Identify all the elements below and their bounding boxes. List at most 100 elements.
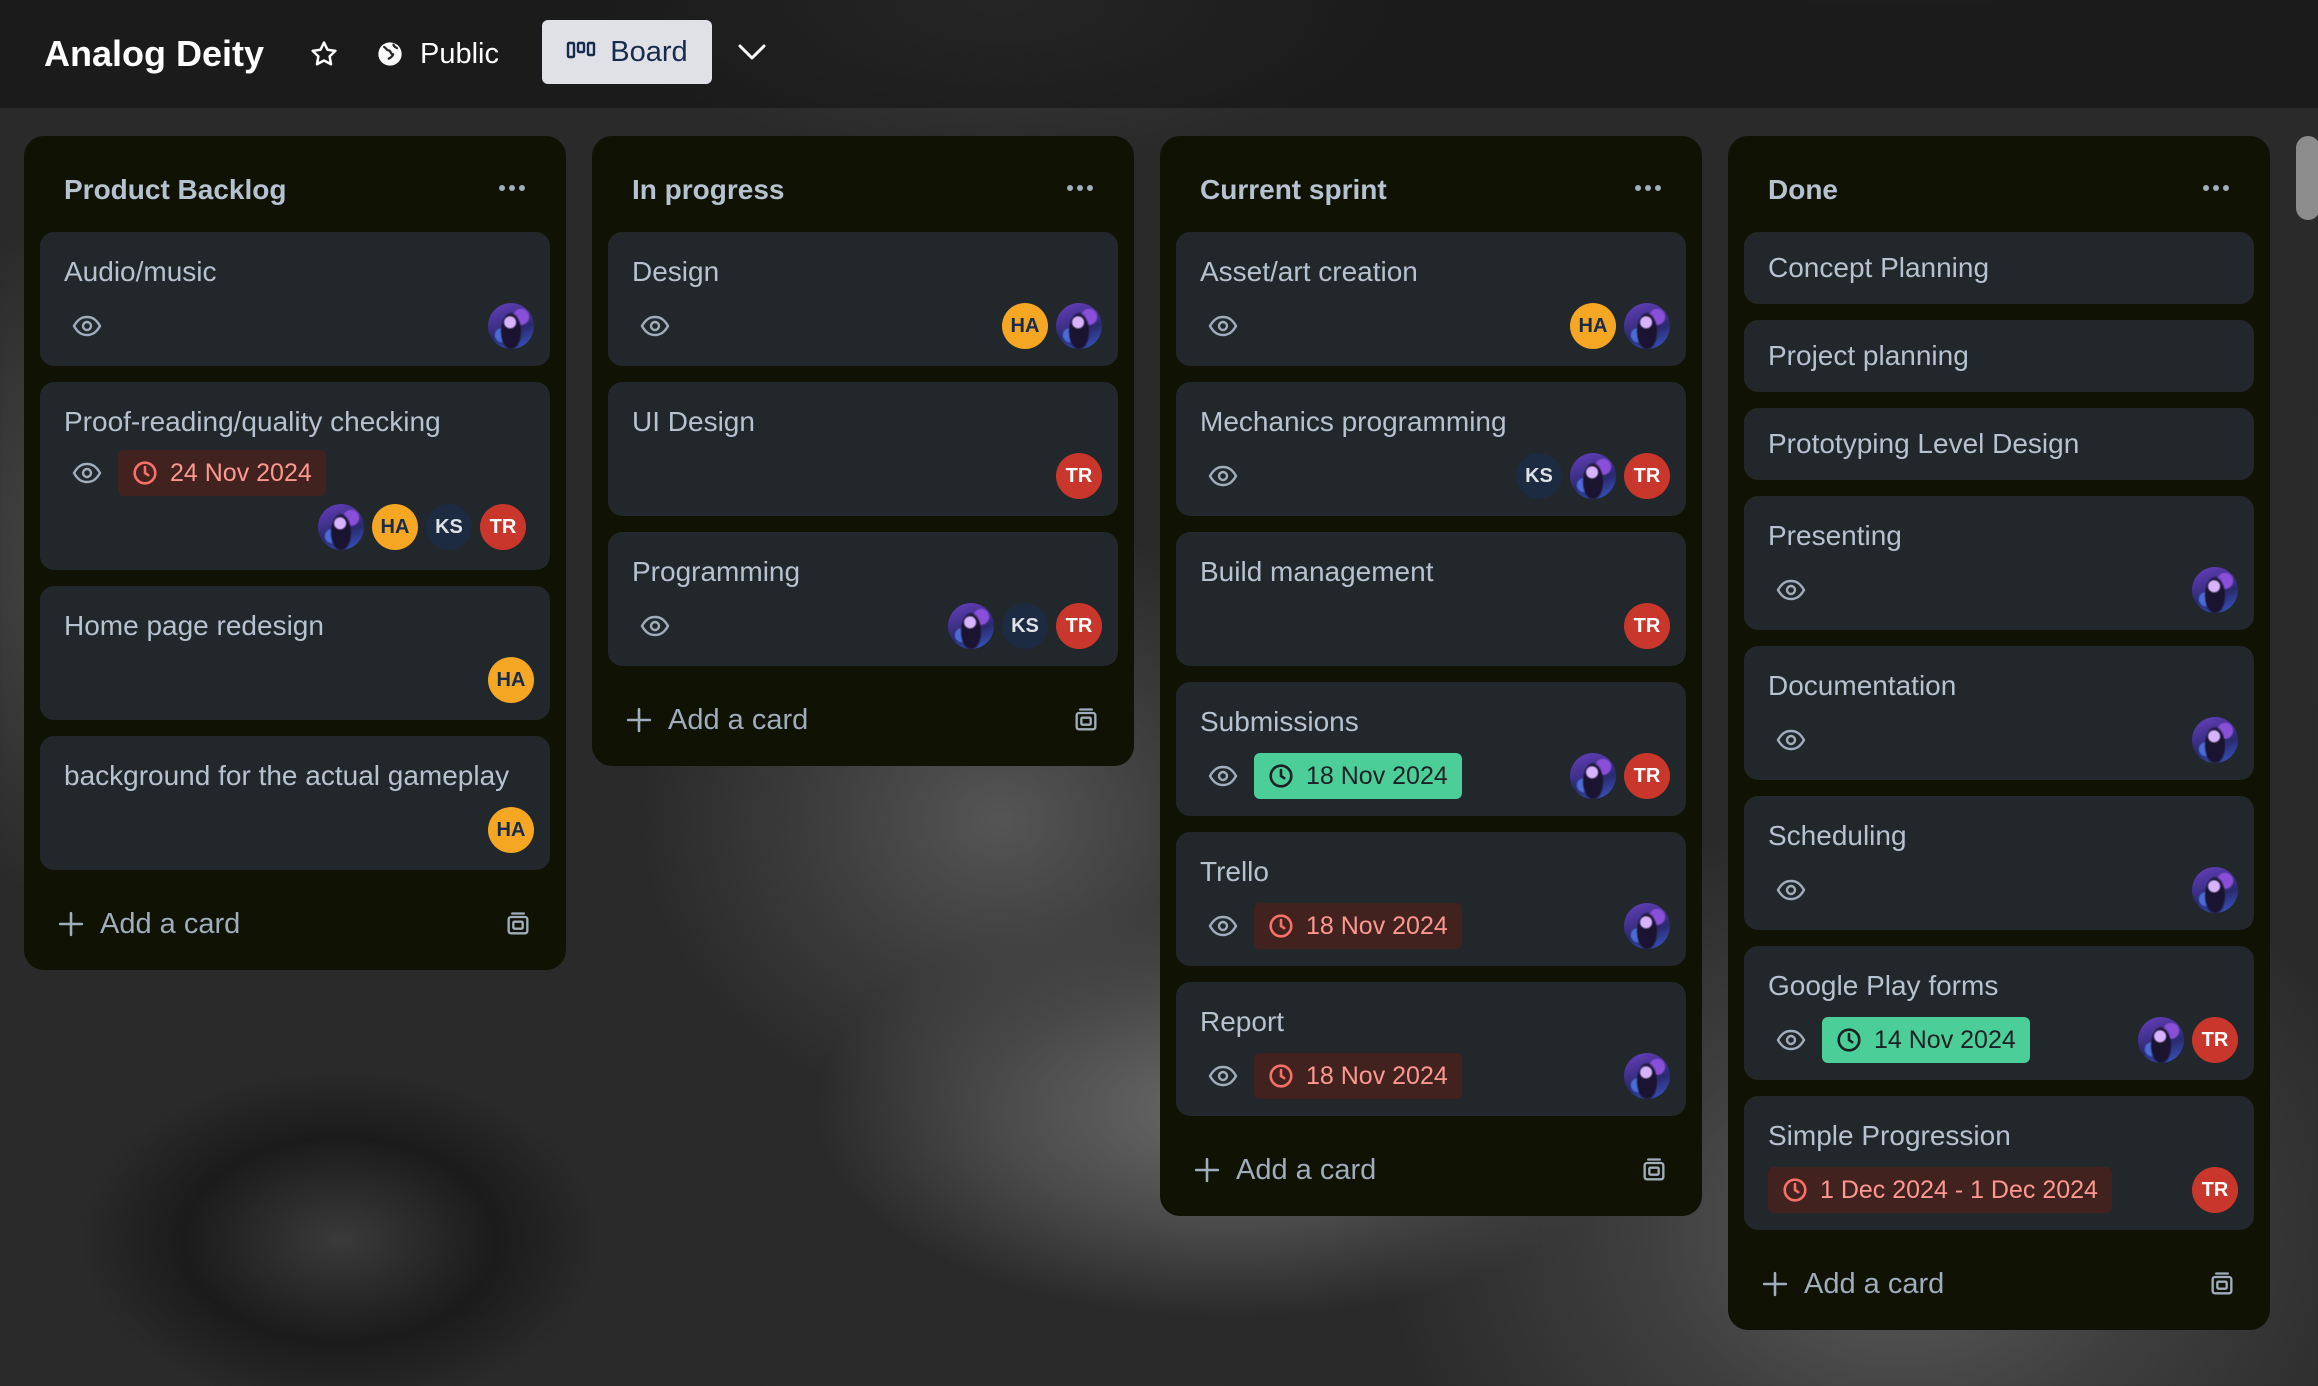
board-view-icon (567, 41, 596, 59)
card[interactable]: Programming KS TR (608, 532, 1118, 666)
create-from-template-icon[interactable] (504, 910, 532, 938)
card[interactable]: Submissions 18 Nov 2024 TR (1176, 682, 1686, 816)
horizontal-scroll-handle[interactable] (2296, 136, 2318, 220)
due-date-label: 18 Nov 2024 (1306, 761, 1448, 790)
avatar-photo[interactable] (2192, 717, 2238, 763)
card[interactable]: Google Play forms 14 Nov 2024 TR (1744, 946, 2254, 1080)
card[interactable]: Mechanics programming KS TR (1176, 382, 1686, 516)
create-from-template-icon[interactable] (1640, 1156, 1668, 1184)
view-switcher-button[interactable] (730, 30, 774, 74)
list-menu-button[interactable] (1066, 173, 1094, 207)
avatar-photo[interactable] (1624, 903, 1670, 949)
avatar-tr[interactable]: TR (1056, 453, 1102, 499)
avatar-photo[interactable] (2138, 1017, 2184, 1063)
due-date-badge[interactable]: 18 Nov 2024 (1254, 903, 1462, 949)
card[interactable]: Trello 18 Nov 2024 (1176, 832, 1686, 966)
add-card-button[interactable]: Add a card (1762, 1268, 1944, 1301)
watching-eye-icon (1774, 1023, 1808, 1057)
avatar-ha[interactable]: HA (488, 807, 534, 853)
avatar-tr[interactable]: TR (2192, 1167, 2238, 1213)
card-badges-row (64, 300, 534, 352)
card-title: background for the actual gameplay (64, 760, 510, 791)
card[interactable]: Report 18 Nov 2024 (1176, 982, 1686, 1116)
due-date-badge[interactable]: 1 Dec 2024 - 1 Dec 2024 (1768, 1167, 2112, 1213)
create-from-template-icon[interactable] (2208, 1270, 2236, 1298)
board-view-button[interactable]: Board (542, 20, 712, 84)
create-from-template-icon[interactable] (1072, 706, 1100, 734)
card-title: Presenting (1768, 520, 1902, 551)
due-date-label: 1 Dec 2024 - 1 Dec 2024 (1820, 1175, 2098, 1204)
card[interactable]: Project planning (1744, 320, 2254, 392)
avatar-ks[interactable]: KS (426, 504, 472, 550)
card[interactable]: background for the actual gameplay HA (40, 736, 550, 870)
list-title[interactable]: Product Backlog (64, 174, 286, 206)
card[interactable]: Design HA (608, 232, 1118, 366)
card[interactable]: Concept Planning (1744, 232, 2254, 304)
card[interactable]: Documentation (1744, 646, 2254, 780)
card-badges: 24 Nov 2024 (64, 450, 326, 496)
avatar-photo[interactable] (2192, 567, 2238, 613)
card[interactable]: Asset/art creation HA (1176, 232, 1686, 366)
avatar-ha[interactable]: HA (1570, 303, 1616, 349)
add-card-button[interactable]: Add a card (626, 704, 808, 737)
list-menu-button[interactable] (1634, 173, 1662, 207)
card-members: TR (1570, 753, 1670, 799)
due-date-badge[interactable]: 24 Nov 2024 (118, 450, 326, 496)
add-card-row: Add a card (40, 886, 550, 962)
due-date-badge[interactable]: 18 Nov 2024 (1254, 753, 1462, 799)
due-date-badge[interactable]: 14 Nov 2024 (1822, 1017, 2030, 1063)
avatar-tr[interactable]: TR (1624, 603, 1670, 649)
due-date-badge[interactable]: 18 Nov 2024 (1254, 1053, 1462, 1099)
due-date-label: 18 Nov 2024 (1306, 911, 1448, 940)
avatar-ha[interactable]: HA (488, 657, 534, 703)
list-title[interactable]: Current sprint (1200, 174, 1387, 206)
card[interactable]: UI Design TR (608, 382, 1118, 516)
watching-eye-icon (1206, 309, 1240, 343)
avatar-tr[interactable]: TR (1624, 753, 1670, 799)
list-title[interactable]: In progress (632, 174, 784, 206)
watching-eye-icon (70, 456, 104, 490)
card-badges-row: HA (64, 654, 534, 706)
avatar-tr[interactable]: TR (1624, 453, 1670, 499)
card-title: Audio/music (64, 256, 217, 287)
avatar-photo[interactable] (1570, 453, 1616, 499)
card[interactable]: Presenting (1744, 496, 2254, 630)
card[interactable]: Proof-reading/quality checking 24 Nov 202… (40, 382, 550, 570)
list-title[interactable]: Done (1768, 174, 1838, 206)
card-badges: 18 Nov 2024 (1200, 753, 1462, 799)
avatar-photo[interactable] (1624, 1053, 1670, 1099)
list-menu-button[interactable] (498, 173, 526, 207)
avatar-photo[interactable] (1056, 303, 1102, 349)
card[interactable]: Audio/music (40, 232, 550, 366)
list-menu-button[interactable] (2202, 173, 2230, 207)
avatar-photo[interactable] (1624, 303, 1670, 349)
card[interactable]: Home page redesign HA (40, 586, 550, 720)
card[interactable]: Prototyping Level Design (1744, 408, 2254, 480)
card-badges-row: 14 Nov 2024 TR (1768, 1014, 2238, 1066)
avatar-photo[interactable] (2192, 867, 2238, 913)
avatar-ks[interactable]: KS (1002, 603, 1048, 649)
add-card-button[interactable]: Add a card (1194, 1154, 1376, 1187)
card-title: Prototyping Level Design (1768, 428, 2080, 459)
avatar-ha[interactable]: HA (372, 504, 418, 550)
avatar-tr[interactable]: TR (480, 504, 526, 550)
avatar-photo[interactable] (948, 603, 994, 649)
card[interactable]: Build management TR (1176, 532, 1686, 666)
add-card-button[interactable]: Add a card (58, 908, 240, 941)
avatar-photo[interactable] (488, 303, 534, 349)
board-title[interactable]: Analog Deity (44, 28, 264, 80)
card-title: Simple Progression (1768, 1120, 2011, 1151)
avatar-tr[interactable]: TR (1056, 603, 1102, 649)
avatar-tr[interactable]: TR (2192, 1017, 2238, 1063)
avatar-ks[interactable]: KS (1516, 453, 1562, 499)
card-badges (1768, 873, 1808, 907)
visibility-button[interactable]: Public (376, 28, 499, 80)
star-board-button[interactable] (302, 32, 346, 76)
card[interactable]: Simple Progression 1 Dec 2024 - 1 Dec 202… (1744, 1096, 2254, 1230)
card[interactable]: Scheduling (1744, 796, 2254, 930)
avatar-ha[interactable]: HA (1002, 303, 1048, 349)
card-badges (1200, 309, 1240, 343)
avatar-photo[interactable] (1570, 753, 1616, 799)
card-badges-row: TR (1200, 600, 1670, 652)
avatar-photo[interactable] (318, 504, 364, 550)
